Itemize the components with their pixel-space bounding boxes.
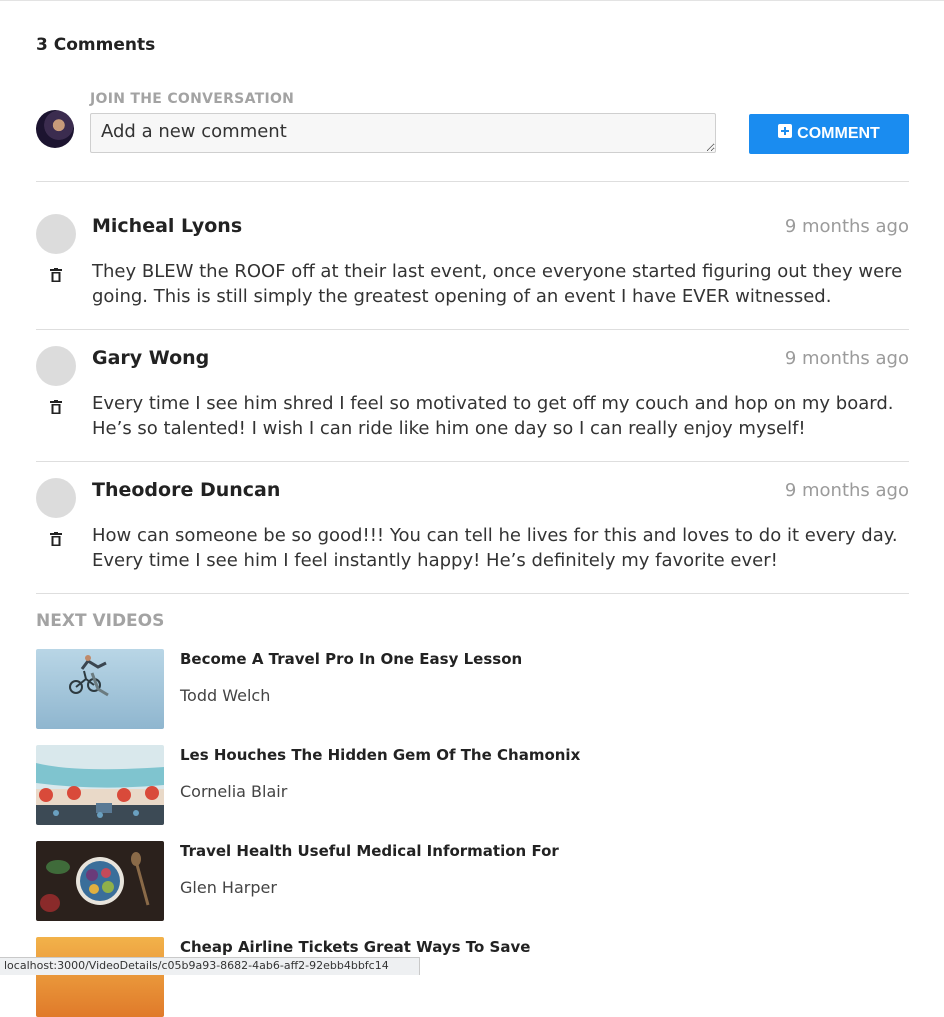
comment-item: Theodore Duncan 9 months ago How can som… <box>36 478 909 609</box>
video-thumbnail[interactable] <box>36 649 164 729</box>
next-video-item[interactable]: Cheap Airline Tickets Great Ways To Save <box>36 937 736 1017</box>
comment-timestamp: 9 months ago <box>784 216 909 237</box>
video-title[interactable]: Become A Travel Pro In One Easy Lesson <box>180 650 522 668</box>
comment-timestamp: 9 months ago <box>784 480 909 501</box>
commenter-avatar <box>36 346 76 386</box>
commenter-name: Theodore Duncan <box>92 479 281 501</box>
video-title[interactable]: Travel Health Useful Medical Information… <box>180 842 559 860</box>
next-video-item[interactable]: Travel Health Useful Medical Information… <box>36 841 736 921</box>
plus-square-icon <box>778 124 793 138</box>
divider <box>36 181 909 182</box>
video-thumbnail[interactable] <box>36 745 164 825</box>
comment-item: Gary Wong 9 months ago Every time I see … <box>36 346 909 477</box>
divider <box>36 593 909 594</box>
comment-timestamp: 9 months ago <box>784 348 909 369</box>
commenter-avatar <box>36 214 76 254</box>
trash-icon[interactable] <box>50 400 62 415</box>
video-author: Cornelia Blair <box>180 782 288 801</box>
video-title[interactable]: Les Houches The Hidden Gem Of The Chamon… <box>180 746 580 764</box>
video-author: Todd Welch <box>180 686 271 705</box>
next-videos-heading: NEXT VIDEOS <box>36 611 165 631</box>
trash-icon[interactable] <box>50 532 62 547</box>
video-author: Glen Harper <box>180 878 277 897</box>
top-border <box>0 0 944 1</box>
next-video-item[interactable]: Les Houches The Hidden Gem Of The Chamon… <box>36 745 736 825</box>
next-video-item[interactable]: Become A Travel Pro In One Easy Lesson T… <box>36 649 736 729</box>
commenter-name: Micheal Lyons <box>92 215 243 237</box>
user-avatar <box>36 110 74 148</box>
divider <box>36 329 909 330</box>
commenter-avatar <box>36 478 76 518</box>
comment-button[interactable]: COMMENT <box>749 114 909 154</box>
divider <box>36 461 909 462</box>
video-thumbnail[interactable] <box>36 841 164 921</box>
comment-item: Micheal Lyons 9 months ago They BLEW the… <box>36 214 909 345</box>
comment-input[interactable] <box>90 113 716 153</box>
video-thumbnail[interactable] <box>36 937 164 1017</box>
comment-text: They BLEW the ROOF off at their last eve… <box>92 261 903 307</box>
comment-text: Every time I see him shred I feel so mot… <box>92 393 894 439</box>
trash-icon[interactable] <box>50 268 62 283</box>
comment-text: How can someone be so good!!! You can te… <box>92 525 898 571</box>
comments-count: 3 Comments <box>36 35 156 55</box>
commenter-name: Gary Wong <box>92 347 210 369</box>
comment-button-label: COMMENT <box>797 125 880 142</box>
video-title[interactable]: Cheap Airline Tickets Great Ways To Save <box>180 938 530 956</box>
join-conversation-label: JOIN THE CONVERSATION <box>90 91 295 107</box>
browser-status-url: localhost:3000/VideoDetails/c05b9a93-868… <box>0 957 420 975</box>
